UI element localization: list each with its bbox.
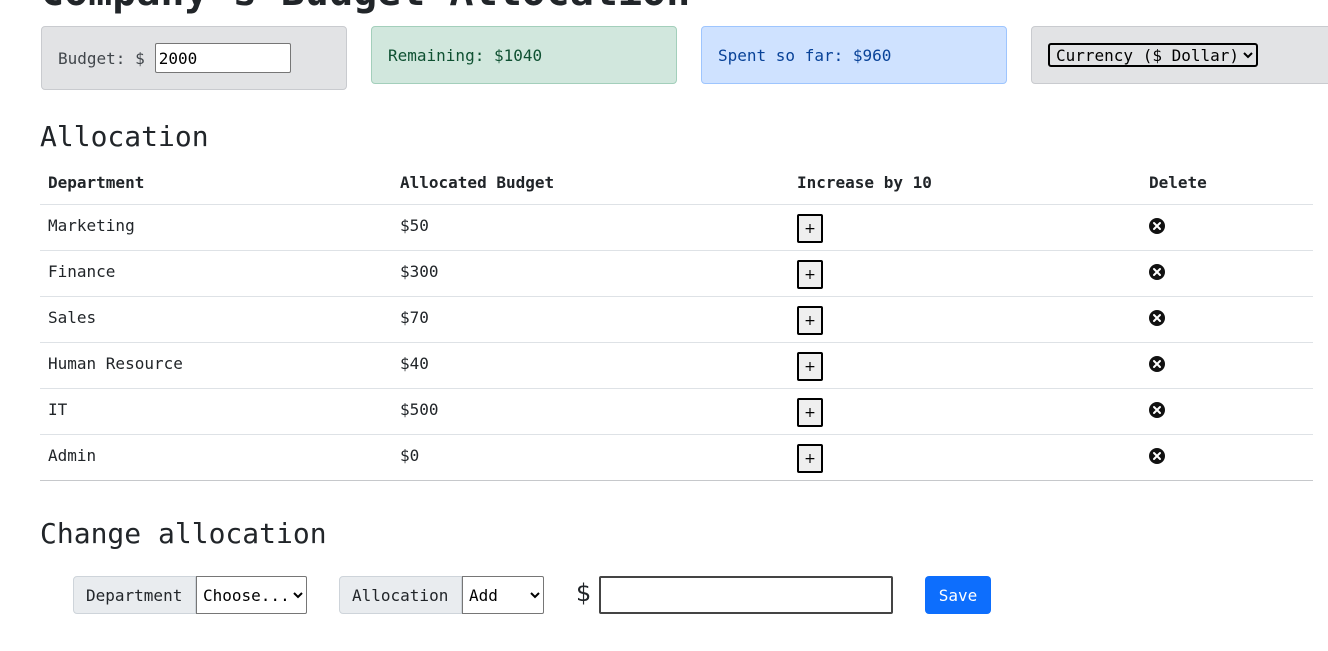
header-allocated-budget: Allocated Budget: [392, 160, 789, 205]
table-row: IT $500 +: [40, 388, 1313, 435]
delete-cell: [1141, 388, 1313, 435]
budget-cell: $300: [392, 250, 789, 297]
department-cell: Marketing: [40, 204, 392, 251]
delete-icon[interactable]: [1149, 218, 1165, 234]
budget-cell: $40: [392, 342, 789, 389]
department-cell: Sales: [40, 296, 392, 343]
department-select[interactable]: Choose...: [196, 576, 307, 614]
budget-cell: $500: [392, 388, 789, 435]
department-label: Department: [73, 576, 196, 614]
change-allocation-title: Change allocation: [40, 517, 327, 550]
increase-button[interactable]: +: [797, 214, 823, 243]
spent-text: Spent so far: $960: [718, 45, 892, 65]
increase-button[interactable]: +: [797, 398, 823, 427]
currency-card: Currency ($ Dollar): [1031, 26, 1328, 84]
department-input-group: Department Choose...: [73, 576, 307, 614]
increase-cell: +: [789, 296, 1141, 343]
table-header-row: Department Allocated Budget Increase by …: [40, 160, 1313, 205]
remaining-card: Remaining: $1040: [371, 26, 677, 84]
increase-cell: +: [789, 250, 1141, 297]
header-department: Department: [40, 160, 392, 205]
increase-button[interactable]: +: [797, 444, 823, 473]
page-title: Company's Budget Allocation: [40, 0, 690, 12]
remaining-text: Remaining: $1040: [388, 45, 543, 65]
delete-icon[interactable]: [1149, 264, 1165, 280]
increase-cell: +: [789, 434, 1141, 481]
delete-cell: [1141, 434, 1313, 481]
table-row: Sales $70 +: [40, 296, 1313, 343]
header-increase: Increase by 10: [789, 160, 1141, 205]
budget-input[interactable]: [154, 43, 291, 73]
delete-cell: [1141, 250, 1313, 297]
save-button[interactable]: Save: [925, 576, 991, 614]
allocation-title: Allocation: [40, 120, 209, 153]
allocation-table: Department Allocated Budget Increase by …: [40, 160, 1313, 481]
table-row: Finance $300 +: [40, 250, 1313, 297]
spent-card: Spent so far: $960: [701, 26, 1007, 84]
increase-cell: +: [789, 388, 1141, 435]
department-cell: IT: [40, 388, 392, 435]
allocation-label: Allocation: [339, 576, 462, 614]
delete-cell: [1141, 296, 1313, 343]
delete-cell: [1141, 342, 1313, 389]
budget-cell: $0: [392, 434, 789, 481]
budget-cell: $50: [392, 204, 789, 251]
delete-icon[interactable]: [1149, 356, 1165, 372]
allocation-input-group: Allocation Add: [339, 576, 544, 614]
delete-icon[interactable]: [1149, 448, 1165, 464]
budget-card: Budget: $: [41, 26, 347, 90]
increase-button[interactable]: +: [797, 352, 823, 381]
delete-cell: [1141, 204, 1313, 251]
department-cell: Human Resource: [40, 342, 392, 389]
increase-button[interactable]: +: [797, 260, 823, 289]
delete-icon[interactable]: [1149, 310, 1165, 326]
header-delete: Delete: [1141, 160, 1313, 205]
increase-cell: +: [789, 342, 1141, 389]
department-cell: Finance: [40, 250, 392, 297]
currency-select[interactable]: Currency ($ Dollar): [1048, 43, 1258, 67]
amount-input[interactable]: [599, 576, 893, 614]
budget-label: Budget: $: [58, 48, 145, 68]
budget-cell: $70: [392, 296, 789, 343]
delete-icon[interactable]: [1149, 402, 1165, 418]
table-row: Marketing $50 +: [40, 204, 1313, 251]
currency-symbol: $: [576, 579, 592, 607]
department-cell: Admin: [40, 434, 392, 481]
increase-cell: +: [789, 204, 1141, 251]
table-row: Human Resource $40 +: [40, 342, 1313, 389]
increase-button[interactable]: +: [797, 306, 823, 335]
allocation-type-select[interactable]: Add: [462, 576, 544, 614]
table-row: Admin $0 +: [40, 434, 1313, 481]
